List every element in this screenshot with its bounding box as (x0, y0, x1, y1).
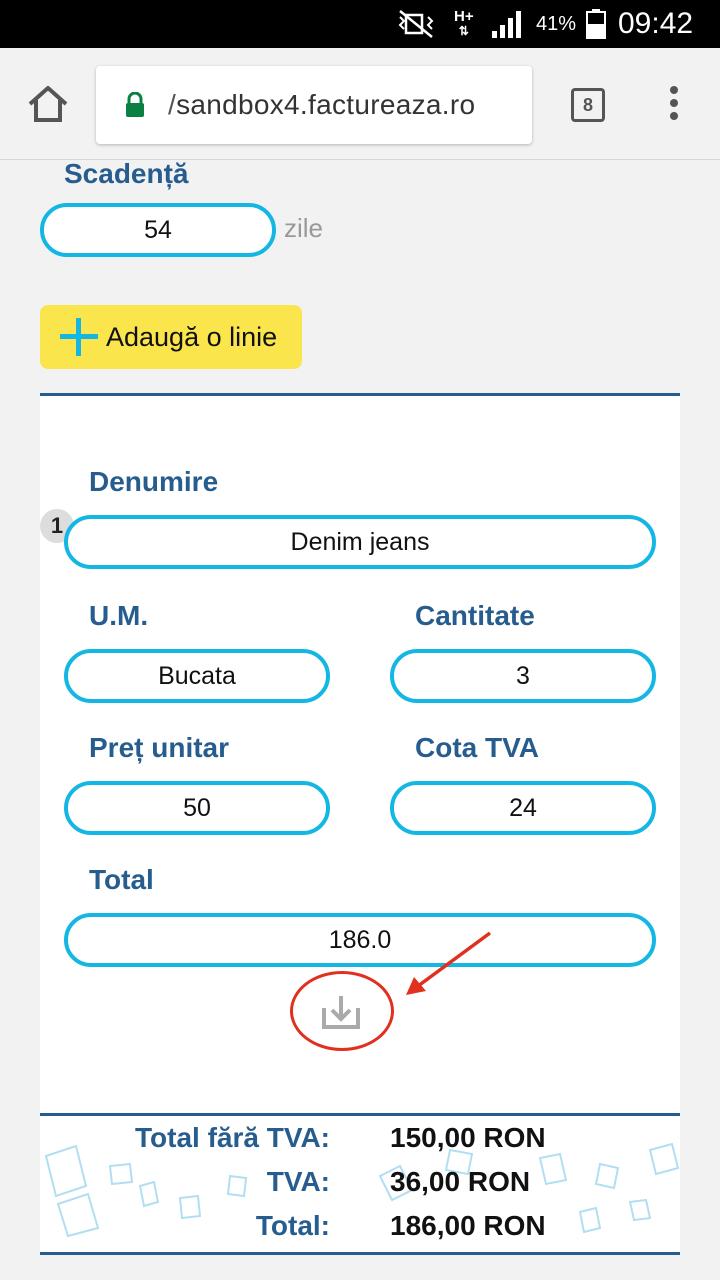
cota-tva-input[interactable]: 24 (390, 781, 656, 835)
vat-value: 36,00 RON (390, 1166, 531, 1197)
scadenta-unit: zile (284, 213, 324, 243)
total-label: Total (89, 864, 154, 895)
invoice-form: Scadență 54 zile Adaugă o linie Denumire… (0, 158, 720, 1280)
add-line-button[interactable]: Adaugă o linie (40, 305, 302, 369)
cantitate-input[interactable]: 3 (390, 649, 656, 703)
grand-total-row: Total: 186,00 RON (40, 1210, 680, 1252)
vat-row: TVA: 36,00 RON (40, 1166, 680, 1210)
clock: 09:42 (618, 7, 694, 40)
subtotal-value: 150,00 RON (390, 1122, 546, 1153)
pret-unitar-input[interactable]: 50 (64, 781, 330, 835)
save-line-icon[interactable] (321, 994, 361, 1030)
browser-toolbar: /sandbox4.factureaza.ro 8 (0, 48, 720, 160)
status-bar: H+ ⇅ 41% 09:42 (0, 0, 720, 48)
home-icon[interactable] (26, 84, 70, 124)
vat-label: TVA: (266, 1166, 330, 1197)
signal-icon (490, 0, 524, 48)
grand-total-value: 186,00 RON (390, 1210, 546, 1241)
cantitate-label: Cantitate (415, 600, 535, 631)
pret-unitar-label: Preț unitar (89, 732, 230, 763)
denumire-input[interactable]: Denim jeans (64, 515, 656, 569)
plus-icon (60, 318, 98, 356)
scadenta-label: Scadență (64, 158, 189, 189)
mute-vibrate-icon (396, 0, 438, 48)
battery-icon (585, 0, 607, 48)
network-type: H+ (454, 8, 474, 25)
totals-panel: Total fără TVA: 150,00 RON TVA: 36,00 RO… (40, 1113, 680, 1255)
subtotal-row: Total fără TVA: 150,00 RON (40, 1122, 680, 1166)
um-input[interactable]: Bucata (64, 649, 330, 703)
denumire-label: Denumire (89, 466, 219, 497)
subtotal-label: Total fără TVA: (135, 1122, 330, 1153)
lock-icon (124, 91, 146, 118)
tabs-icon[interactable]: 8 (571, 88, 605, 122)
url-prefix: / (168, 89, 177, 120)
annotation-arrow-icon (400, 929, 500, 1001)
total-input[interactable]: 186.0 (64, 913, 656, 967)
url-host: sandbox4.factureaza.ro (176, 89, 476, 120)
address-bar[interactable]: /sandbox4.factureaza.ro (96, 66, 532, 144)
url-text: /sandbox4.factureaza.ro (168, 66, 475, 144)
cota-tva-label: Cota TVA (415, 732, 539, 763)
overflow-menu-icon[interactable] (664, 86, 684, 124)
hplus-icon: H+ ⇅ (454, 8, 474, 38)
battery-percent: 41% (536, 12, 577, 35)
um-label: U.M. (89, 600, 149, 631)
scadenta-input[interactable]: 54 (40, 203, 276, 257)
add-line-label: Adaugă o linie (106, 321, 278, 352)
grand-total-label: Total: (255, 1210, 330, 1241)
